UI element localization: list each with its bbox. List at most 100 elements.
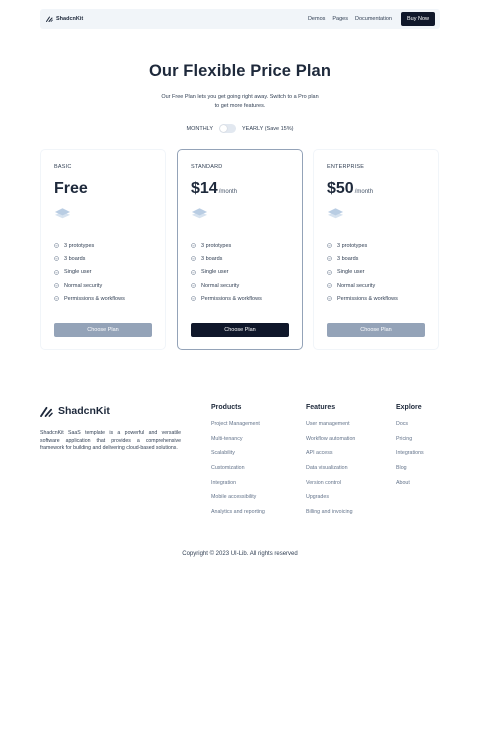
footer-link[interactable]: Project Management: [211, 421, 265, 436]
plan-price-unit: /month: [354, 189, 374, 195]
yearly-label: YEARLY (Save 15%): [242, 125, 294, 132]
feature-item: Permissions & workflows: [191, 292, 289, 305]
plan-price: $50: [327, 180, 354, 197]
feature-label: Normal security: [201, 282, 240, 289]
footer-column-explore: Explore Docs Pricing Integrations Blog A…: [396, 404, 424, 494]
check-circle-icon: [327, 283, 332, 288]
check-circle-icon: [191, 256, 196, 262]
feature-item: Normal security: [54, 279, 152, 292]
price-row: $14 /month: [191, 180, 289, 200]
check-circle-icon: [54, 243, 59, 248]
choose-plan-button[interactable]: Choose Plan: [54, 323, 152, 337]
feature-label: Single user: [337, 269, 365, 276]
check-circle-icon: [327, 269, 332, 275]
footer-link[interactable]: Blog: [396, 465, 424, 480]
feature-item: 3 boards: [54, 252, 152, 265]
plan-price-unit: /month: [218, 189, 238, 195]
feature-label: Normal security: [337, 282, 376, 289]
check-circle-icon: [327, 243, 332, 248]
footer-link[interactable]: Integration: [211, 480, 265, 495]
footer-column-title: Products: [211, 404, 242, 411]
feature-label: Single user: [64, 269, 92, 276]
feature-label: 3 boards: [201, 255, 223, 262]
footer-link[interactable]: Analytics and reporting: [211, 509, 265, 524]
brand-name: ShadcnKit: [56, 16, 84, 22]
footer-link[interactable]: User management: [306, 421, 355, 436]
navbar: ShadcnKit Demos Pages Documentation Buy …: [40, 9, 440, 29]
billing-toggle[interactable]: [219, 124, 236, 133]
footer-link[interactable]: Workflow automation: [306, 436, 355, 451]
footer-link[interactable]: API access: [306, 450, 355, 465]
plan-card-standard: STANDARD $14 /month 3 prototypes 3 board…: [177, 149, 303, 350]
footer-link[interactable]: Data visualization: [306, 465, 355, 480]
check-circle-icon: [191, 283, 196, 288]
toggle-knob: [220, 125, 227, 132]
footer-column-products: Products Project Management Multi-tenanc…: [211, 404, 265, 524]
plan-name: ENTERPRISE: [327, 164, 365, 170]
monthly-label: MONTHLY: [186, 125, 213, 132]
page-subtitle: Our Free Plan lets you get going right a…: [161, 94, 319, 109]
footer-link[interactable]: Multi-tenancy: [211, 436, 265, 451]
feature-item: 3 boards: [191, 252, 289, 265]
check-circle-icon: [191, 269, 196, 275]
price-row: $50 /month: [327, 180, 425, 200]
layers-icon: [191, 208, 208, 219]
check-circle-icon: [327, 256, 332, 262]
plan-name: BASIC: [54, 164, 72, 170]
footer-column-title: Features: [306, 404, 336, 411]
footer-description: ShadcnKit SaaS template is a powerful an…: [40, 430, 181, 452]
feature-label: Normal security: [64, 282, 103, 289]
plan-price: Free: [54, 180, 88, 197]
choose-plan-button[interactable]: Choose Plan: [191, 323, 289, 337]
feature-item: Permissions & workflows: [327, 292, 425, 305]
plan-name: STANDARD: [191, 164, 223, 170]
footer-column-title: Explore: [396, 404, 422, 411]
footer-link[interactable]: Customization: [211, 465, 265, 480]
feature-item: Single user: [191, 266, 289, 279]
nav-link-pages[interactable]: Pages: [332, 16, 348, 22]
footer-link[interactable]: Integrations: [396, 450, 424, 465]
page-title: Our Flexible Price Plan: [148, 62, 332, 80]
check-circle-icon: [191, 243, 196, 248]
buy-now-button[interactable]: Buy Now: [400, 12, 435, 26]
layers-icon: [327, 208, 344, 219]
footer-link[interactable]: About: [396, 480, 424, 495]
feature-label: 3 prototypes: [201, 242, 232, 249]
footer-link[interactable]: Pricing: [396, 436, 424, 451]
feature-list: 3 prototypes 3 boards Single user Normal…: [54, 239, 152, 305]
footer-link[interactable]: Billing and invoicing: [306, 509, 355, 524]
footer-link[interactable]: Mobile accessibility: [211, 494, 265, 509]
check-circle-icon: [54, 269, 59, 275]
feature-label: Permissions & workflows: [337, 295, 398, 302]
feature-label: 3 boards: [337, 255, 359, 262]
feature-label: 3 prototypes: [64, 242, 95, 249]
billing-toggle-row: MONTHLY YEARLY (Save 15%): [0, 124, 480, 133]
feature-item: Normal security: [327, 279, 425, 292]
plan-card-enterprise: ENTERPRISE $50 /month 3 prototypes 3 boa…: [313, 149, 439, 350]
check-circle-icon: [191, 296, 196, 302]
nav-link-documentation[interactable]: Documentation: [355, 16, 392, 22]
feature-item: Single user: [327, 266, 425, 279]
footer-brand[interactable]: ShadcnKit: [40, 405, 110, 417]
feature-item: 3 prototypes: [191, 239, 289, 252]
brand[interactable]: ShadcnKit: [46, 16, 83, 22]
copyright: Copyright © 2023 UI-Lib. All rights rese…: [182, 551, 298, 557]
check-circle-icon: [54, 296, 59, 302]
footer-link[interactable]: Docs: [396, 421, 424, 436]
footer-link[interactable]: Version control: [306, 480, 355, 495]
nav-link-demos[interactable]: Demos: [308, 16, 325, 22]
check-circle-icon: [54, 283, 59, 288]
price-row: Free: [54, 180, 152, 200]
footer-link[interactable]: Upgrades: [306, 494, 355, 509]
logo-icon: [40, 406, 53, 417]
feature-item: Single user: [54, 266, 152, 279]
feature-item: Normal security: [191, 279, 289, 292]
choose-plan-button[interactable]: Choose Plan: [327, 323, 425, 337]
plan-card-basic: BASIC Free 3 prototypes 3 boards Single …: [40, 149, 166, 350]
footer-link[interactable]: Scalability: [211, 450, 265, 465]
footer-column-features: Features User management Workflow automa…: [306, 404, 355, 524]
feature-list: 3 prototypes 3 boards Single user Normal…: [191, 239, 289, 305]
feature-label: 3 boards: [64, 255, 86, 262]
feature-label: 3 prototypes: [337, 242, 368, 249]
feature-label: Single user: [201, 269, 229, 276]
